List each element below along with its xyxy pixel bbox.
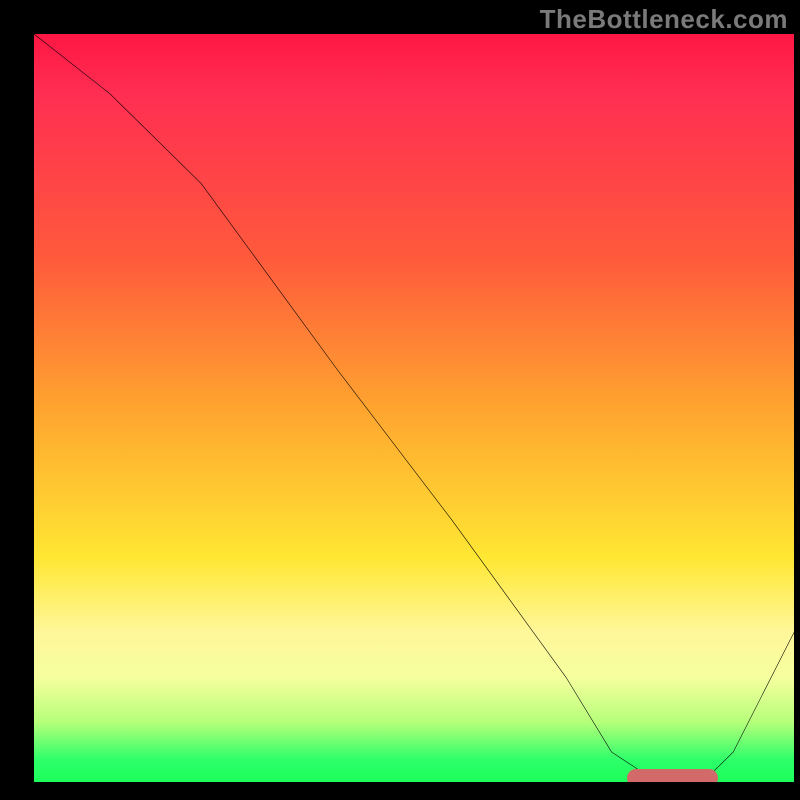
- plot-area: [34, 34, 794, 782]
- watermark-text: TheBottleneck.com: [540, 4, 788, 35]
- chart-frame: TheBottleneck.com: [0, 0, 800, 800]
- optimal-range-marker: [627, 769, 718, 782]
- bottleneck-curve: [34, 34, 794, 782]
